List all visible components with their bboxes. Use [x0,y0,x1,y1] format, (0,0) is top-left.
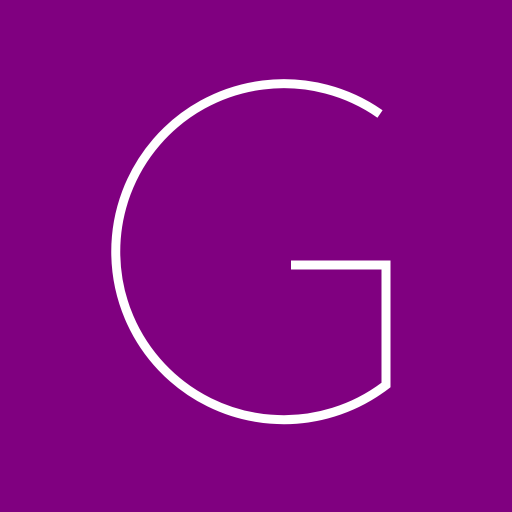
letter-glyph: G [111,79,391,425]
letter-avatar-tile: G [0,0,512,512]
letter-g-stroke [111,79,391,425]
